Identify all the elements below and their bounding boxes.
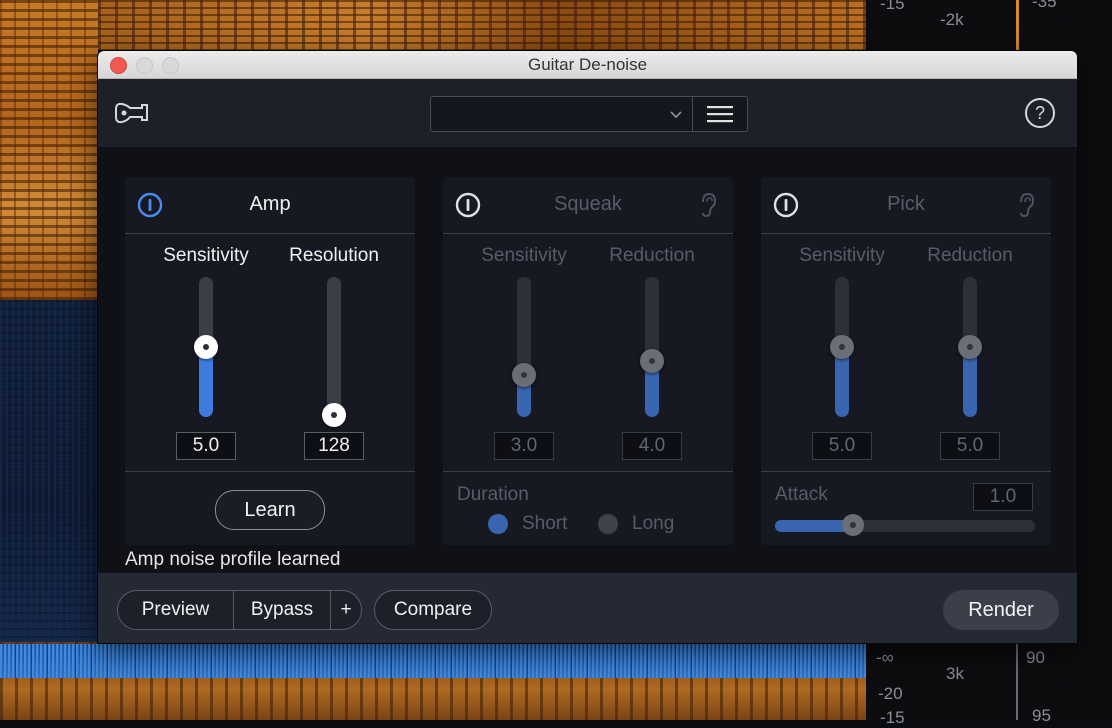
pick-reduction-slider[interactable] xyxy=(958,277,982,417)
amp-divider xyxy=(125,471,415,472)
help-icon[interactable]: ? xyxy=(1024,97,1056,129)
duration-short-label: Short xyxy=(522,513,568,534)
duration-long-label: Long xyxy=(632,513,675,534)
pick-sensitivity-slider[interactable] xyxy=(830,277,854,417)
bypass-button[interactable]: Bypass xyxy=(233,590,331,630)
meter-bar xyxy=(1016,0,1019,50)
spectrogram-background-top xyxy=(98,0,866,50)
preview-button[interactable]: Preview xyxy=(117,590,234,630)
pick-sensitivity-thumb[interactable] xyxy=(830,335,854,359)
pick-sensitivity-value[interactable]: 5.0 xyxy=(812,432,872,460)
learn-button[interactable]: Learn xyxy=(215,490,325,530)
spectrogram-background xyxy=(0,0,98,300)
modules-area: Amp Sensitivity Resolution 5.0 128 Learn xyxy=(98,147,1077,573)
amp-title: Amp xyxy=(249,193,291,215)
meter-label: -35 xyxy=(1032,0,1057,11)
squeak-sensitivity-slider[interactable] xyxy=(512,277,536,417)
ear-icon[interactable] xyxy=(697,191,719,219)
pick-sensitivity-label: Sensitivity xyxy=(799,245,885,266)
squeak-sensitivity-thumb[interactable] xyxy=(512,363,536,387)
window-title: Guitar De-noise xyxy=(527,55,648,74)
render-button[interactable]: Render xyxy=(943,590,1059,630)
pick-reduction-label: Reduction xyxy=(927,245,1013,266)
meter-label: 95 xyxy=(1032,706,1051,725)
duration-short-radio[interactable] xyxy=(488,514,508,534)
duration-long-radio[interactable] xyxy=(598,514,618,534)
amp-resolution-slider[interactable] xyxy=(322,277,346,427)
preset-menu-button[interactable] xyxy=(692,96,748,132)
amp-sensitivity-slider[interactable] xyxy=(194,277,218,417)
pick-reduction-thumb[interactable] xyxy=(958,335,982,359)
duration-label: Duration xyxy=(457,484,529,505)
amp-header: Amp xyxy=(125,177,415,234)
guitar-icon xyxy=(115,102,148,124)
meter-label: 3k xyxy=(946,664,964,683)
svg-text:?: ? xyxy=(1035,103,1045,123)
bypass-plus-button[interactable]: + xyxy=(330,590,362,630)
preset-dropdown[interactable] xyxy=(430,96,693,132)
meter-label: -∞ xyxy=(876,648,894,667)
status-message: Amp noise profile learned xyxy=(125,549,341,570)
squeak-sensitivity-value[interactable]: 3.0 xyxy=(494,432,554,460)
amp-resolution-thumb[interactable] xyxy=(322,403,346,427)
meter-label: -15 xyxy=(880,708,905,727)
squeak-reduction-value[interactable]: 4.0 xyxy=(622,432,682,460)
squeak-reduction-slider[interactable] xyxy=(640,277,664,417)
pick-title: Pick xyxy=(887,193,925,215)
attack-label: Attack xyxy=(775,484,828,505)
amp-module: Amp Sensitivity Resolution 5.0 128 Learn xyxy=(125,177,415,545)
meter-label: 90 xyxy=(1026,648,1045,667)
squeak-reduction-thumb[interactable] xyxy=(640,349,664,373)
amp-sensitivity-value[interactable]: 5.0 xyxy=(176,432,236,460)
meter-label: -2k xyxy=(940,10,964,29)
title-bar[interactable]: Guitar De-noise xyxy=(98,51,1077,79)
squeak-module: Squeak Sensitivity Reduction 3.0 4.0 Dur… xyxy=(443,177,733,545)
pick-header: Pick xyxy=(761,177,1051,234)
squeak-divider xyxy=(443,471,733,472)
squeak-sensitivity-label: Sensitivity xyxy=(481,245,567,266)
waveform xyxy=(0,644,866,678)
amp-sensitivity-label: Sensitivity xyxy=(163,245,249,266)
attack-slider[interactable] xyxy=(775,514,1035,536)
hamburger-menu-icon xyxy=(707,106,733,123)
pick-reduction-value[interactable]: 5.0 xyxy=(940,432,1000,460)
bottom-bar: Preview Bypass + Compare Render xyxy=(98,573,1077,643)
meter-label: -20 xyxy=(878,684,903,703)
pick-module: Pick Sensitivity Reduction 5.0 5.0 Attac… xyxy=(761,177,1051,545)
amp-resolution-value[interactable]: 128 xyxy=(304,432,364,460)
attack-value[interactable]: 1.0 xyxy=(973,483,1033,511)
chevron-down-icon xyxy=(670,111,682,119)
guitar-denoise-window: Guitar De-noise ? Amp Sensitivity Resolu… xyxy=(98,51,1077,643)
squeak-header: Squeak xyxy=(443,177,733,234)
amp-resolution-label: Resolution xyxy=(289,245,379,266)
compare-button[interactable]: Compare xyxy=(374,590,492,630)
squeak-title: Squeak xyxy=(554,193,622,215)
meter-label: -15 xyxy=(880,0,905,13)
attack-thumb[interactable] xyxy=(842,514,864,536)
squeak-reduction-label: Reduction xyxy=(609,245,695,266)
ear-icon[interactable] xyxy=(1015,191,1037,219)
toolbar: ? xyxy=(98,79,1077,147)
pick-divider xyxy=(761,471,1051,472)
amp-sensitivity-thumb[interactable] xyxy=(194,335,218,359)
meter-bar-bottom xyxy=(1016,642,1018,720)
